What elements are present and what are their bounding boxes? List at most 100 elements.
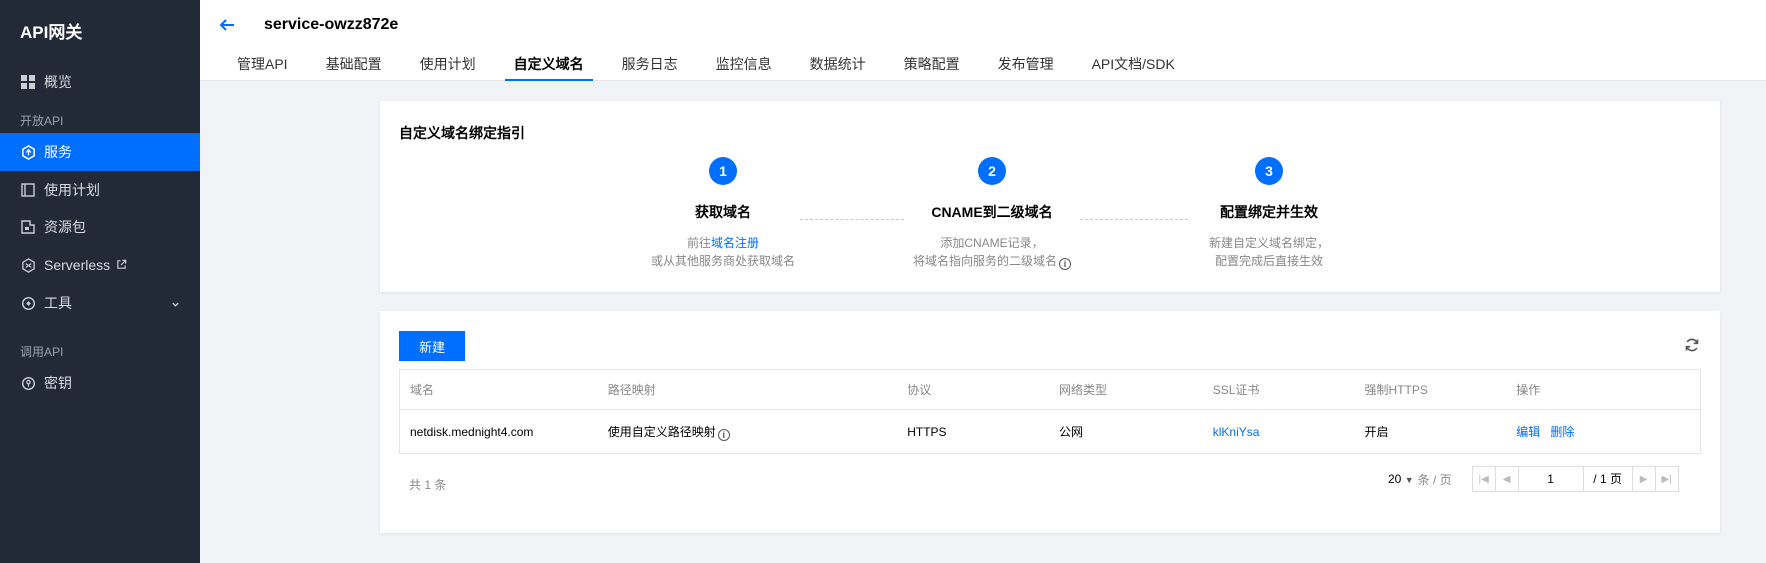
- tab-custom-domain[interactable]: 自定义域名: [495, 56, 603, 81]
- guide-title: 自定义域名绑定指引: [399, 125, 525, 141]
- col-header-protocol: 协议: [907, 383, 932, 397]
- service-icon: [20, 144, 36, 160]
- tab-basic-config[interactable]: 基础配置: [307, 56, 401, 81]
- cell-actions: 编辑 删除: [1506, 423, 1700, 440]
- sidebar-item-label: Serverless: [44, 257, 111, 273]
- vertical-scrollbar[interactable]: [1755, 81, 1766, 563]
- col-header-path-mapping: 路径映射: [607, 383, 656, 397]
- sidebar-item-tools[interactable]: 工具: [0, 284, 200, 322]
- tools-icon: [20, 295, 36, 311]
- domain-register-link[interactable]: 域名注册: [711, 236, 759, 250]
- back-arrow-icon[interactable]: [218, 16, 238, 36]
- guide-step-2: 2 CNAME到二级域名 添加CNAME记录， 将域名指向服务的二级域名 i: [862, 157, 1122, 270]
- page-total: / 1 页: [1593, 472, 1622, 486]
- sidebar-item-label: 服务: [44, 144, 72, 160]
- cell-protocol: HTTPS: [907, 424, 947, 439]
- package-icon: [20, 219, 36, 235]
- delete-link[interactable]: 删除: [1550, 425, 1574, 439]
- path-mapping-text: 使用自定义路径映射: [607, 424, 716, 439]
- step-desc-line2: 或从其他服务商处获取域名: [650, 254, 795, 268]
- sidebar-item-label: 使用计划: [44, 182, 100, 198]
- step-desc-line2: 配置完成后直接生效: [1214, 254, 1323, 268]
- tab-bar: 管理API 基础配置 使用计划 自定义域名 服务日志 监控信息 数据统计 策略配…: [218, 56, 1194, 81]
- serverless-icon: [20, 257, 36, 273]
- domain-binding-guide: 自定义域名绑定指引 1 获取域名 前往域名注册 或从其他服务商处获取域名 2 C…: [380, 101, 1720, 292]
- domain-list-card: 新建 域名 路径映射 协议 网络类型 SSL证书 强制HTTPS 操作 netd…: [380, 311, 1720, 533]
- step-description: 新建自定义域名绑定， 配置完成后直接生效: [1139, 234, 1399, 270]
- step-desc-line1: 添加CNAME记录，: [940, 236, 1044, 250]
- tab-release-management[interactable]: 发布管理: [979, 56, 1073, 81]
- step-number-badge: 3: [1255, 157, 1283, 185]
- step-desc-prefix: 前往: [686, 236, 711, 250]
- sidebar-item-overview[interactable]: 概览: [0, 63, 200, 101]
- domain-table: 域名 路径映射 协议 网络类型 SSL证书 强制HTTPS 操作 netdisk…: [399, 369, 1701, 454]
- info-icon[interactable]: i: [717, 428, 730, 441]
- step-description: 添加CNAME记录， 将域名指向服务的二级域名 i: [862, 234, 1122, 270]
- tab-monitoring[interactable]: 监控信息: [697, 56, 791, 81]
- tab-policy-config[interactable]: 策略配置: [885, 56, 979, 81]
- sidebar-item-label: 密钥: [44, 375, 72, 391]
- chevron-down-icon: [171, 296, 180, 312]
- page-title: service-owzz872e: [264, 16, 399, 33]
- refresh-icon[interactable]: [1684, 337, 1702, 355]
- first-page-icon[interactable]: |◀: [1473, 467, 1496, 491]
- sidebar-item-label: 资源包: [44, 219, 86, 235]
- page-size-unit: 条 / 页: [1417, 472, 1452, 487]
- caret-down-icon: ▼: [1404, 475, 1414, 485]
- col-header-actions: 操作: [1516, 383, 1541, 397]
- guide-step-3: 3 配置绑定并生效 新建自定义域名绑定， 配置完成后直接生效: [1139, 157, 1399, 270]
- grid-icon: [20, 74, 36, 90]
- page-header: service-owzz872e 管理API 基础配置 使用计划 自定义域名 服…: [200, 0, 1766, 81]
- step-description: 前往域名注册 或从其他服务商处获取域名: [593, 234, 853, 270]
- document-icon: [20, 182, 36, 198]
- page-size-value: 20: [1388, 472, 1402, 486]
- sidebar-item-resource-packs[interactable]: 资源包: [0, 208, 200, 246]
- brand-title: API网关: [20, 23, 83, 42]
- key-icon: [20, 375, 36, 391]
- sidebar-item-services[interactable]: 服务: [0, 133, 200, 171]
- step-desc-line1: 新建自定义域名绑定，: [1208, 236, 1329, 250]
- page-number-input[interactable]: [1518, 467, 1584, 491]
- external-link-icon: [116, 257, 127, 273]
- col-header-force-https: 强制HTTPS: [1364, 383, 1428, 397]
- tab-usage-plans[interactable]: 使用计划: [401, 56, 495, 81]
- total-count: 共 1 条: [409, 478, 447, 492]
- info-icon[interactable]: i: [1059, 258, 1071, 270]
- edit-link[interactable]: 编辑: [1516, 425, 1540, 439]
- sidebar-item-keys[interactable]: 密钥: [0, 364, 200, 402]
- step-title: 配置绑定并生效: [1220, 204, 1318, 220]
- last-page-icon[interactable]: ▶|: [1654, 467, 1678, 491]
- sidebar-item-usage-plans[interactable]: 使用计划: [0, 171, 200, 209]
- tab-service-logs[interactable]: 服务日志: [603, 56, 697, 81]
- cell-force-https: 开启: [1364, 425, 1389, 439]
- step-number-badge: 2: [978, 157, 1006, 185]
- nav-group-open-api: 开放API: [20, 114, 64, 128]
- table-header-row: 域名 路径映射 协议 网络类型 SSL证书 强制HTTPS 操作: [400, 370, 1700, 410]
- tab-manage-api[interactable]: 管理API: [218, 56, 307, 81]
- nav-group-call-api: 调用API: [20, 345, 64, 359]
- cell-domain: netdisk.mednight4.com: [410, 424, 534, 439]
- col-header-ssl: SSL证书: [1212, 383, 1260, 397]
- step-number-badge: 1: [709, 157, 737, 185]
- guide-step-1: 1 获取域名 前往域名注册 或从其他服务商处获取域名: [593, 157, 853, 270]
- cell-path-mapping: 使用自定义路径映射 i: [598, 423, 898, 441]
- tab-statistics[interactable]: 数据统计: [791, 56, 885, 81]
- page-size-select[interactable]: 20 ▼: [1388, 472, 1414, 486]
- new-domain-button[interactable]: 新建: [399, 331, 465, 361]
- sidebar-item-serverless[interactable]: Serverless: [0, 246, 200, 284]
- col-header-network-type: 网络类型: [1058, 383, 1107, 397]
- sidebar: API网关 概览 开放API 服务 使用计划 资源包 Serverless 工具…: [0, 0, 200, 563]
- col-header-domain: 域名: [410, 383, 435, 397]
- prev-page-icon[interactable]: ◀: [1496, 467, 1519, 491]
- next-page-icon[interactable]: ▶: [1631, 467, 1655, 491]
- step-desc-line2: 将域名指向服务的二级域名: [912, 254, 1057, 268]
- table-row: netdisk.mednight4.com 使用自定义路径映射 i HTTPS 公…: [400, 410, 1700, 453]
- cell-network-type: 公网: [1058, 425, 1083, 439]
- cell-ssl: klKniYsa: [1203, 425, 1355, 439]
- sidebar-item-label: 概览: [44, 74, 72, 90]
- ssl-cert-link[interactable]: klKniYsa: [1213, 425, 1260, 439]
- pagination: 20 ▼ 条 / 页 |◀ ◀ / 1 页 ▶ ▶|: [1388, 466, 1679, 492]
- sidebar-item-label: 工具: [44, 295, 72, 311]
- page-navigator: |◀ ◀ / 1 页 ▶ ▶|: [1471, 466, 1679, 492]
- tab-api-docs-sdk[interactable]: API文档/SDK: [1073, 56, 1194, 81]
